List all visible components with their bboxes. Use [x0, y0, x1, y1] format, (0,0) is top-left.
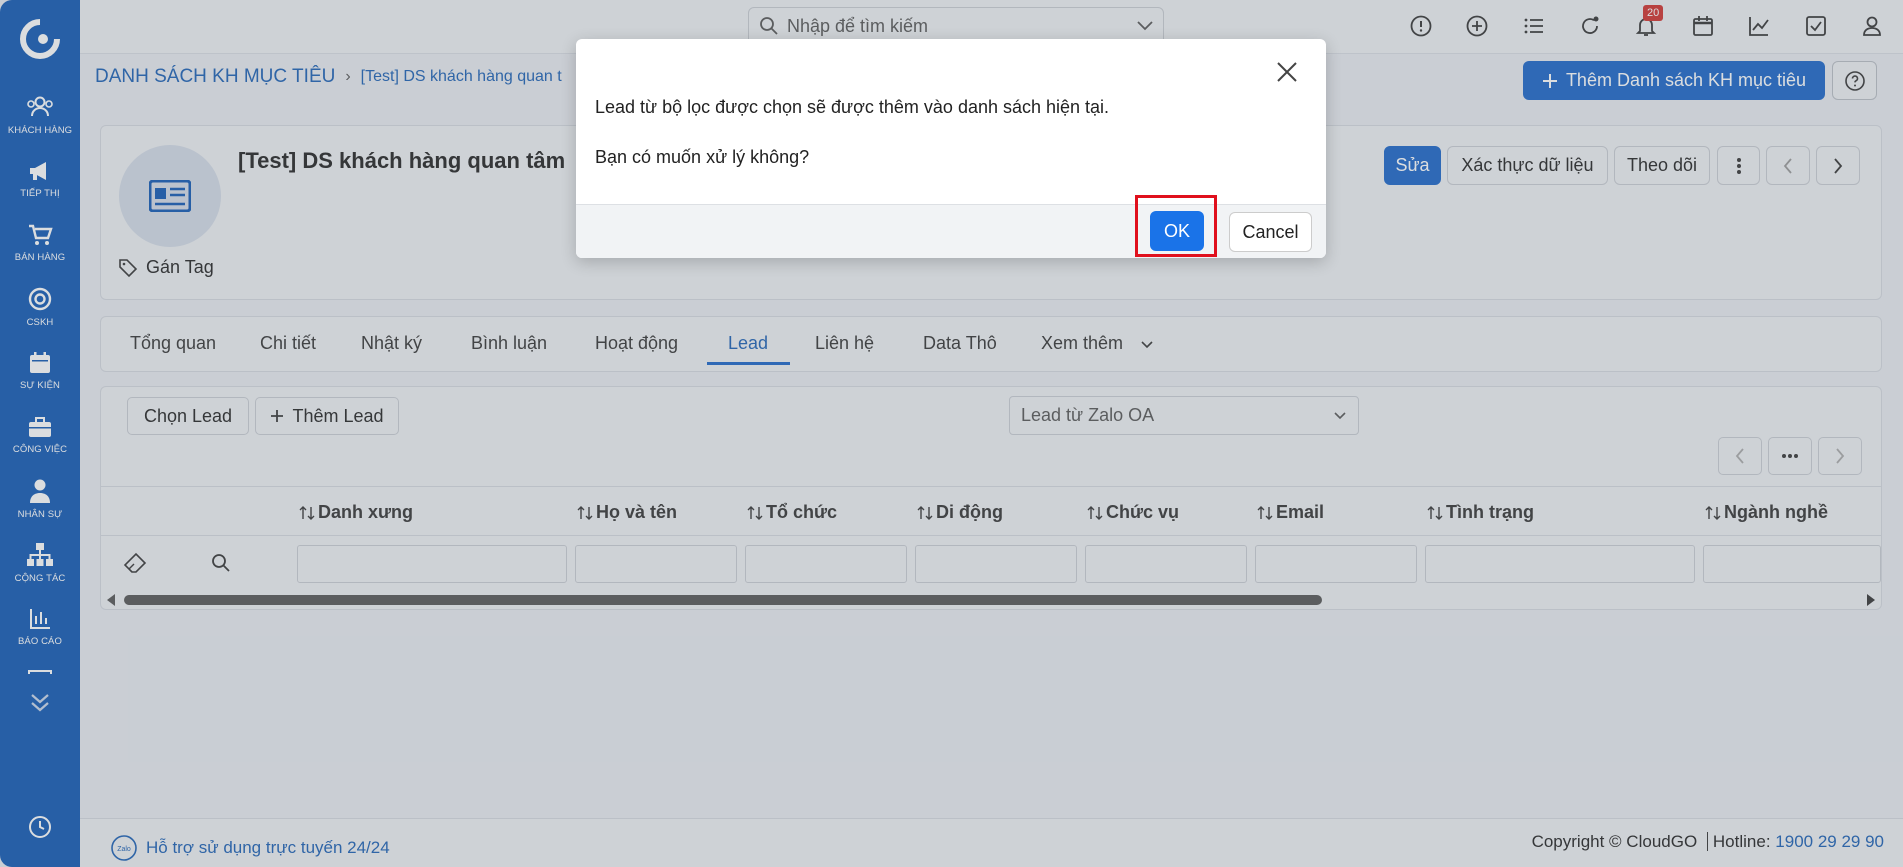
dialog-question: Bạn có muốn xử lý không?	[595, 147, 810, 167]
dialog-message: Lead từ bộ lọc được chọn sẽ được thêm và…	[595, 97, 1110, 117]
cancel-button[interactable]: Cancel	[1229, 212, 1312, 252]
ok-button-highlight	[1135, 195, 1217, 257]
close-icon[interactable]	[1270, 55, 1304, 89]
